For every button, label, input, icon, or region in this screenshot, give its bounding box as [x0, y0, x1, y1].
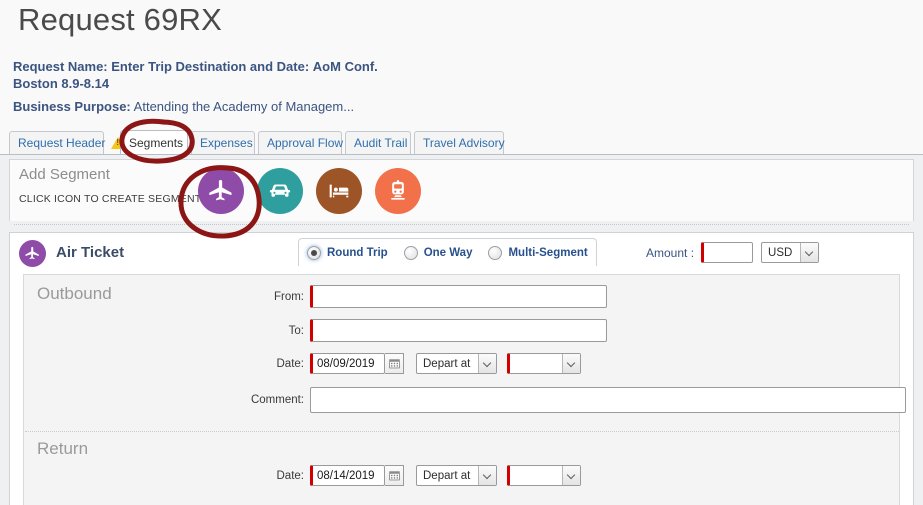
request-name-line: Request Name: Enter Trip Destination and… — [13, 58, 413, 92]
amount-group: Amount : USD — [646, 242, 820, 263]
tab-bar: Request Header Segments Expenses Approva… — [0, 130, 923, 155]
return-date-label: Date: — [276, 469, 305, 482]
segment-header: Air Ticket Round Trip One Way Multi-Segm… — [10, 233, 913, 274]
return-date-row: Date: 08/14/2019 Depart at — [204, 465, 581, 486]
amount-label: Amount : — [646, 245, 695, 260]
outbound-from-label: From: — [273, 290, 304, 303]
tab-expenses[interactable]: Expenses — [191, 131, 255, 154]
outbound-comment-label: Comment: — [250, 394, 304, 406]
business-purpose-value: Attending the Academy of Managem... — [133, 99, 355, 114]
outbound-date-label: Date: — [276, 357, 305, 370]
airplane-icon[interactable] — [198, 168, 244, 214]
radio-round-trip-dot — [307, 245, 321, 260]
radio-multi-segment[interactable]: Multi-Segment — [488, 245, 588, 260]
add-segment-instruction: CLICK ICON TO CREATE SEGMENT — [19, 193, 202, 205]
chevron-down-icon — [562, 354, 580, 373]
add-segment-title: Add Segment — [19, 166, 110, 183]
calendar-icon[interactable] — [385, 353, 404, 374]
amount-input[interactable] — [701, 242, 754, 263]
radio-round-trip[interactable]: Round Trip — [307, 245, 388, 260]
return-date-input[interactable]: 08/14/2019 — [310, 465, 385, 486]
calendar-icon[interactable] — [385, 465, 404, 486]
business-purpose-line: Business Purpose: Attending the Academy … — [13, 98, 413, 115]
section-divider — [14, 224, 909, 225]
radio-one-way[interactable]: One Way — [403, 245, 473, 260]
outbound-to-label: To: — [288, 324, 304, 337]
chevron-down-icon — [478, 466, 496, 485]
tab-segments-label: Segments — [129, 135, 184, 150]
return-time-type-select[interactable]: Depart at — [416, 465, 497, 486]
outbound-time-type-select[interactable]: Depart at — [416, 353, 497, 374]
segment-title: Air Ticket — [56, 244, 125, 261]
radio-one-way-dot — [403, 245, 418, 260]
radio-one-way-label: One Way — [423, 246, 473, 259]
car-icon[interactable] — [257, 168, 303, 214]
outbound-time-type-value: Depart at — [423, 357, 471, 370]
tab-request-header-label: Request Header — [18, 136, 106, 150]
radio-round-trip-label: Round Trip — [327, 246, 388, 259]
outbound-title: Outbound — [37, 284, 112, 303]
outbound-from-row: From: — [204, 285, 607, 308]
outbound-comment-input[interactable] — [310, 387, 906, 413]
return-divider — [25, 431, 899, 432]
currency-select[interactable]: USD — [761, 242, 820, 263]
radio-multi-segment-label: Multi-Segment — [508, 246, 588, 259]
tab-segments[interactable]: Segments — [120, 130, 188, 154]
train-icon[interactable] — [375, 168, 421, 214]
tab-expenses-label: Expenses — [200, 136, 253, 150]
radio-multi-segment-dot — [488, 245, 503, 260]
request-meta: Request Name: Enter Trip Destination and… — [13, 58, 413, 115]
request-name-label: Request Name: Enter Trip Destination and… — [13, 59, 310, 74]
chevron-down-icon — [478, 354, 496, 373]
add-segment-panel: Add Segment CLICK ICON TO CREATE SEGMENT — [9, 159, 914, 221]
business-purpose-label: Business Purpose: — [13, 99, 131, 114]
segment-form-panel: Outbound From: To: Date: 08/09/2019 Depa… — [23, 274, 906, 505]
return-time-select[interactable] — [507, 465, 581, 486]
tab-travel-advisory-label: Travel Advisory — [423, 136, 505, 150]
segments-body: Add Segment CLICK ICON TO CREATE SEGMENT — [0, 155, 923, 505]
tab-approval-flow-label: Approval Flow — [267, 136, 344, 150]
outbound-comment-row: Comment: — [204, 387, 906, 413]
tab-audit-trail-label: Audit Trail — [354, 136, 408, 150]
air-ticket-segment-panel: Air Ticket Round Trip One Way Multi-Segm… — [9, 232, 914, 505]
chevron-down-icon — [800, 243, 819, 262]
chevron-down-icon — [562, 466, 580, 485]
outbound-time-select[interactable] — [507, 353, 581, 374]
return-time-type-value: Depart at — [423, 469, 471, 482]
tab-approval-flow[interactable]: Approval Flow — [258, 131, 344, 154]
tab-audit-trail[interactable]: Audit Trail — [345, 131, 411, 154]
outbound-from-input[interactable] — [310, 285, 607, 308]
hotel-bed-icon[interactable] — [316, 168, 362, 214]
outbound-to-input[interactable] — [310, 319, 607, 342]
currency-select-value: USD — [768, 246, 793, 259]
tab-request-header[interactable]: Request Header — [9, 131, 126, 154]
return-title: Return — [37, 439, 89, 458]
airplane-badge-icon — [19, 240, 46, 267]
request-segments-page: Request 69RX Request Name: Enter Trip De… — [0, 0, 923, 505]
outbound-date-row: Date: 08/09/2019 Depart at — [204, 353, 581, 374]
trip-type-group: Round Trip One Way Multi-Segment — [298, 238, 597, 266]
outbound-to-row: To: — [204, 319, 607, 342]
page-title: Request 69RX — [18, 2, 223, 37]
tab-travel-advisory[interactable]: Travel Advisory — [414, 131, 505, 154]
outbound-date-input[interactable]: 08/09/2019 — [310, 353, 385, 374]
